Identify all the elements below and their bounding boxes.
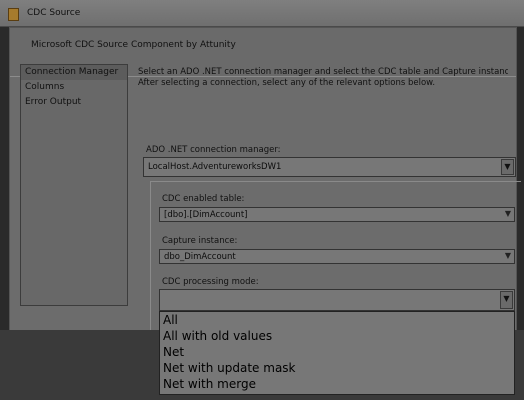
header-title: Microsoft CDC Source Component by Attuni… bbox=[31, 40, 236, 50]
nav-item-columns[interactable]: Columns bbox=[21, 80, 127, 95]
nav-item-error-output[interactable]: Error Output bbox=[21, 95, 127, 110]
connection-manager-label: ADO .NET connection manager: bbox=[146, 145, 281, 155]
dropdown-option[interactable]: All with old values bbox=[160, 328, 514, 344]
window-title: CDC Source bbox=[27, 8, 81, 18]
nav-list: Connection Manager Columns Error Output bbox=[20, 64, 128, 306]
instructions-line-2: After selecting a connection, select any… bbox=[138, 78, 436, 88]
dropdown-option[interactable]: All bbox=[160, 312, 514, 328]
connection-manager-select[interactable]: LocalHost.AdventureworksDW1 ▼ bbox=[143, 157, 516, 177]
chevron-down-icon[interactable]: ▼ bbox=[500, 291, 513, 309]
connection-manager-value: LocalHost.AdventureworksDW1 bbox=[148, 162, 282, 172]
dropdown-option[interactable]: Net with merge bbox=[160, 376, 514, 392]
processing-mode-select[interactable]: ▼ bbox=[159, 289, 515, 311]
cdc-table-select[interactable]: [dbo].[DimAccount] ▼ bbox=[159, 207, 515, 222]
cdc-table-value: [dbo].[DimAccount] bbox=[164, 210, 248, 220]
nav-item-connection-manager[interactable]: Connection Manager bbox=[21, 65, 127, 80]
instructions: Select an ADO .NET connection manager an… bbox=[138, 67, 508, 89]
chevron-down-icon[interactable]: ▼ bbox=[501, 159, 514, 175]
capture-instance-label: Capture instance: bbox=[162, 236, 238, 246]
dropdown-option[interactable]: Net bbox=[160, 344, 514, 360]
title-bar: CDC Source bbox=[0, 0, 524, 27]
dropdown-option[interactable]: Net with update mask bbox=[160, 360, 514, 376]
chevron-down-icon[interactable]: ▼ bbox=[505, 251, 511, 260]
chevron-down-icon[interactable]: ▼ bbox=[505, 209, 511, 218]
processing-mode-dropdown: All All with old values Net Net with upd… bbox=[159, 311, 515, 395]
instructions-line-1: Select an ADO .NET connection manager an… bbox=[138, 67, 508, 77]
cdc-table-label: CDC enabled table: bbox=[162, 194, 245, 204]
capture-instance-value: dbo_DimAccount bbox=[164, 252, 236, 262]
processing-mode-label: CDC processing mode: bbox=[162, 277, 259, 287]
capture-instance-select[interactable]: dbo_DimAccount ▼ bbox=[159, 249, 515, 264]
app-icon bbox=[8, 8, 19, 21]
